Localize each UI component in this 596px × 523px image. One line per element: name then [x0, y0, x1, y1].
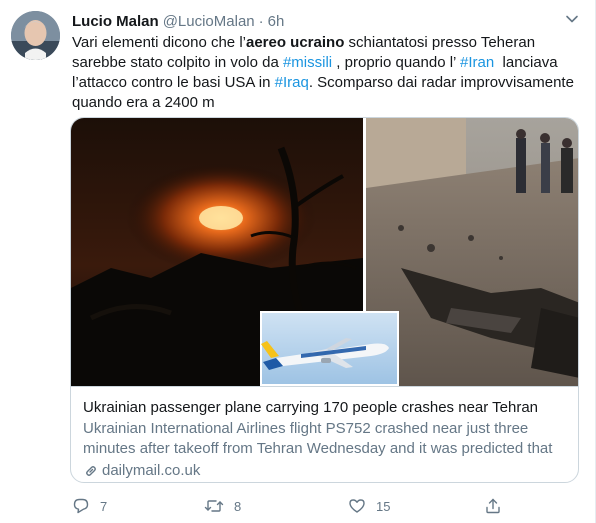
share-button[interactable] — [484, 494, 512, 518]
card-title[interactable]: Ukrainian passenger plane carrying 170 p… — [83, 398, 568, 418]
like-count: 15 — [376, 498, 391, 514]
card-body[interactable]: Ukrainian passenger plane carrying 170 p… — [71, 386, 578, 482]
hashtag-missili[interactable]: #missili — [283, 54, 332, 71]
avatar[interactable] — [11, 11, 60, 60]
card-description: Ukrainian International Airlines flight … — [83, 420, 553, 457]
tweet-timestamp[interactable]: 6h — [268, 13, 285, 30]
card-domain: dailymail.co.uk — [83, 461, 568, 481]
reply-count: 7 — [100, 498, 108, 514]
text-segment: Vari elementi dicono che l’ — [72, 34, 246, 51]
header-separator: · — [258, 12, 264, 30]
text-segment: l’attacco contro le basi USA in — [72, 74, 275, 91]
link-card[interactable]: Ukrainian passenger plane carrying 170 p… — [70, 117, 579, 483]
heart-icon — [348, 497, 376, 515]
retweet-button[interactable]: 8 — [204, 494, 241, 518]
tweet-text: Vari elementi dicono che l’aereo ucraino… — [72, 33, 582, 113]
retweet-count: 8 — [234, 498, 242, 514]
chevron-down-icon[interactable] — [563, 10, 581, 28]
hashtag-iran[interactable]: #Iran — [460, 54, 494, 71]
text-segment: lanciava — [494, 54, 558, 71]
hashtag-iraq[interactable]: #Iraq — [275, 74, 309, 91]
text-segment: . Scomparso dai radar improvvisamente — [308, 74, 574, 91]
text-segment: , proprio quando l’ — [332, 54, 460, 71]
text-segment-bold: aereo ucraino — [245, 34, 345, 51]
tweet-text-line: quando era a 2400 m — [72, 93, 582, 113]
tweet-text-line: sarebbe stato colpito in volo da #missil… — [72, 53, 582, 73]
reply-icon — [72, 497, 100, 515]
author-handle[interactable]: @LucioMalan — [163, 13, 255, 30]
text-segment: quando era a 2400 m — [72, 94, 215, 111]
author-name[interactable]: Lucio Malan — [72, 13, 159, 30]
tweet-header: Lucio Malan @LucioMalan · 6h — [72, 11, 284, 31]
text-segment: sarebbe stato colpito in volo da — [72, 54, 283, 71]
share-icon — [484, 497, 512, 515]
tweet-actions: 7 8 15 — [72, 494, 582, 518]
text-segment: schiantatosi presso Teheran — [344, 34, 536, 51]
reply-button[interactable]: 7 — [72, 494, 107, 518]
tweet-text-line: Vari elementi dicono che l’aereo ucraino… — [72, 33, 582, 53]
tweet[interactable]: Lucio Malan @LucioMalan · 6h Vari elemen… — [0, 0, 596, 523]
card-domain-text: dailymail.co.uk — [102, 462, 201, 479]
like-button[interactable]: 15 — [348, 494, 390, 518]
retweet-icon — [204, 497, 234, 515]
link-icon — [83, 463, 102, 479]
card-image[interactable] — [71, 118, 578, 386]
tweet-text-line: l’attacco contro le basi USA in #Iraq. S… — [72, 73, 582, 93]
